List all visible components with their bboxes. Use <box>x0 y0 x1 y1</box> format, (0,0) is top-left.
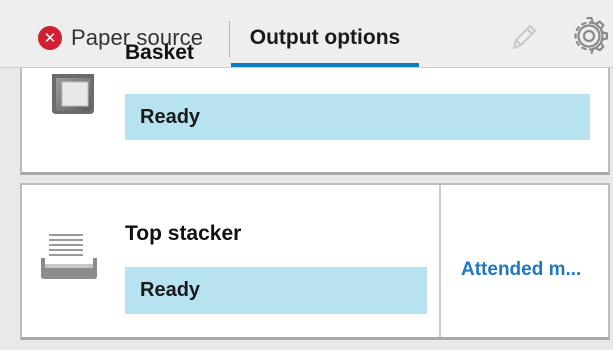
tab-output-options[interactable]: Output options <box>231 22 419 54</box>
output-name: Top stacker <box>125 222 242 245</box>
gear-icon[interactable] <box>570 17 608 55</box>
basket-tray-icon <box>52 74 94 114</box>
status-badge: Ready <box>125 267 427 314</box>
output-card-top-stacker[interactable]: Top stacker Ready Attended m... <box>20 183 610 340</box>
output-card-basket[interactable]: Basket Ready <box>20 41 610 175</box>
status-badge: Ready <box>125 94 590 140</box>
tab-output-options-label: Output options <box>249 26 401 49</box>
stacker-tray-icon <box>41 234 97 279</box>
tab-separator <box>229 21 230 57</box>
attended-mode-link[interactable]: Attended m... <box>461 258 581 282</box>
card-divider <box>439 185 441 337</box>
pencil-icon[interactable] <box>506 20 540 54</box>
error-icon: ✕ <box>38 26 62 50</box>
output-name: Basket <box>125 41 194 64</box>
tab-bar: ✕ Paper source Output options <box>0 0 613 68</box>
